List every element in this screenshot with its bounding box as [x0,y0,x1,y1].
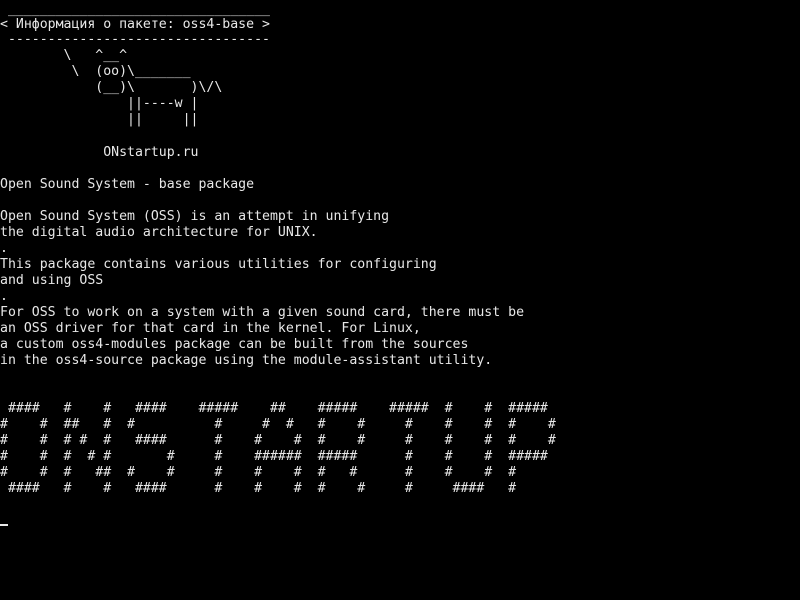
site-name: ONstartup.ru [0,145,199,160]
description-line: . [0,289,8,304]
banner-line: # # # # # #### # # # # # # # # # # [0,433,556,448]
description-line: and using OSS [0,273,104,288]
banner-line: # # ## # # # # # # # # # # # # [0,417,556,432]
package-summary: Open Sound System - base package [0,177,255,192]
description-line: For OSS to work on a system with a given… [0,305,525,320]
cow-art-line-2: \ (oo)\_______ [0,64,191,79]
cow-art-line-5: || || [0,112,199,127]
cow-art-line-1: \ ^__^ [0,48,128,63]
description-line: an OSS driver for that card in the kerne… [0,321,421,336]
banner-line: #### # # #### # # # # # # #### # [0,481,517,496]
description-line: the digital audio architecture for UNIX. [0,225,318,240]
cowsay-border-bottom: --------------------------------- [0,32,270,47]
cowsay-title: < Информация о пакете: oss4-base > [0,17,270,32]
banner-line: #### # # #### ##### ## ##### ##### # # #… [0,401,548,416]
description-line: This package contains various utilities … [0,257,437,272]
description-line: a custom oss4-modules package can be bui… [0,337,469,352]
description-line: . [0,241,8,256]
banner-line: # # # # # # # ###### ##### # # # ##### [0,449,548,464]
banner-line: # # # ## # # # # # # # # # # # [0,465,517,480]
cow-art-line-3: (__)\ )\/\ [0,80,223,95]
description-line: in the oss4-source package using the mod… [0,353,493,368]
cow-art-line-4: ||----w | [0,96,199,111]
cowsay-border-top: _________________________________ [0,2,270,17]
terminal-screen: _________________________________ < Инфо… [0,0,800,600]
terminal-cursor[interactable] [0,524,8,526]
description-line: Open Sound System (OSS) is an attempt in… [0,209,390,224]
